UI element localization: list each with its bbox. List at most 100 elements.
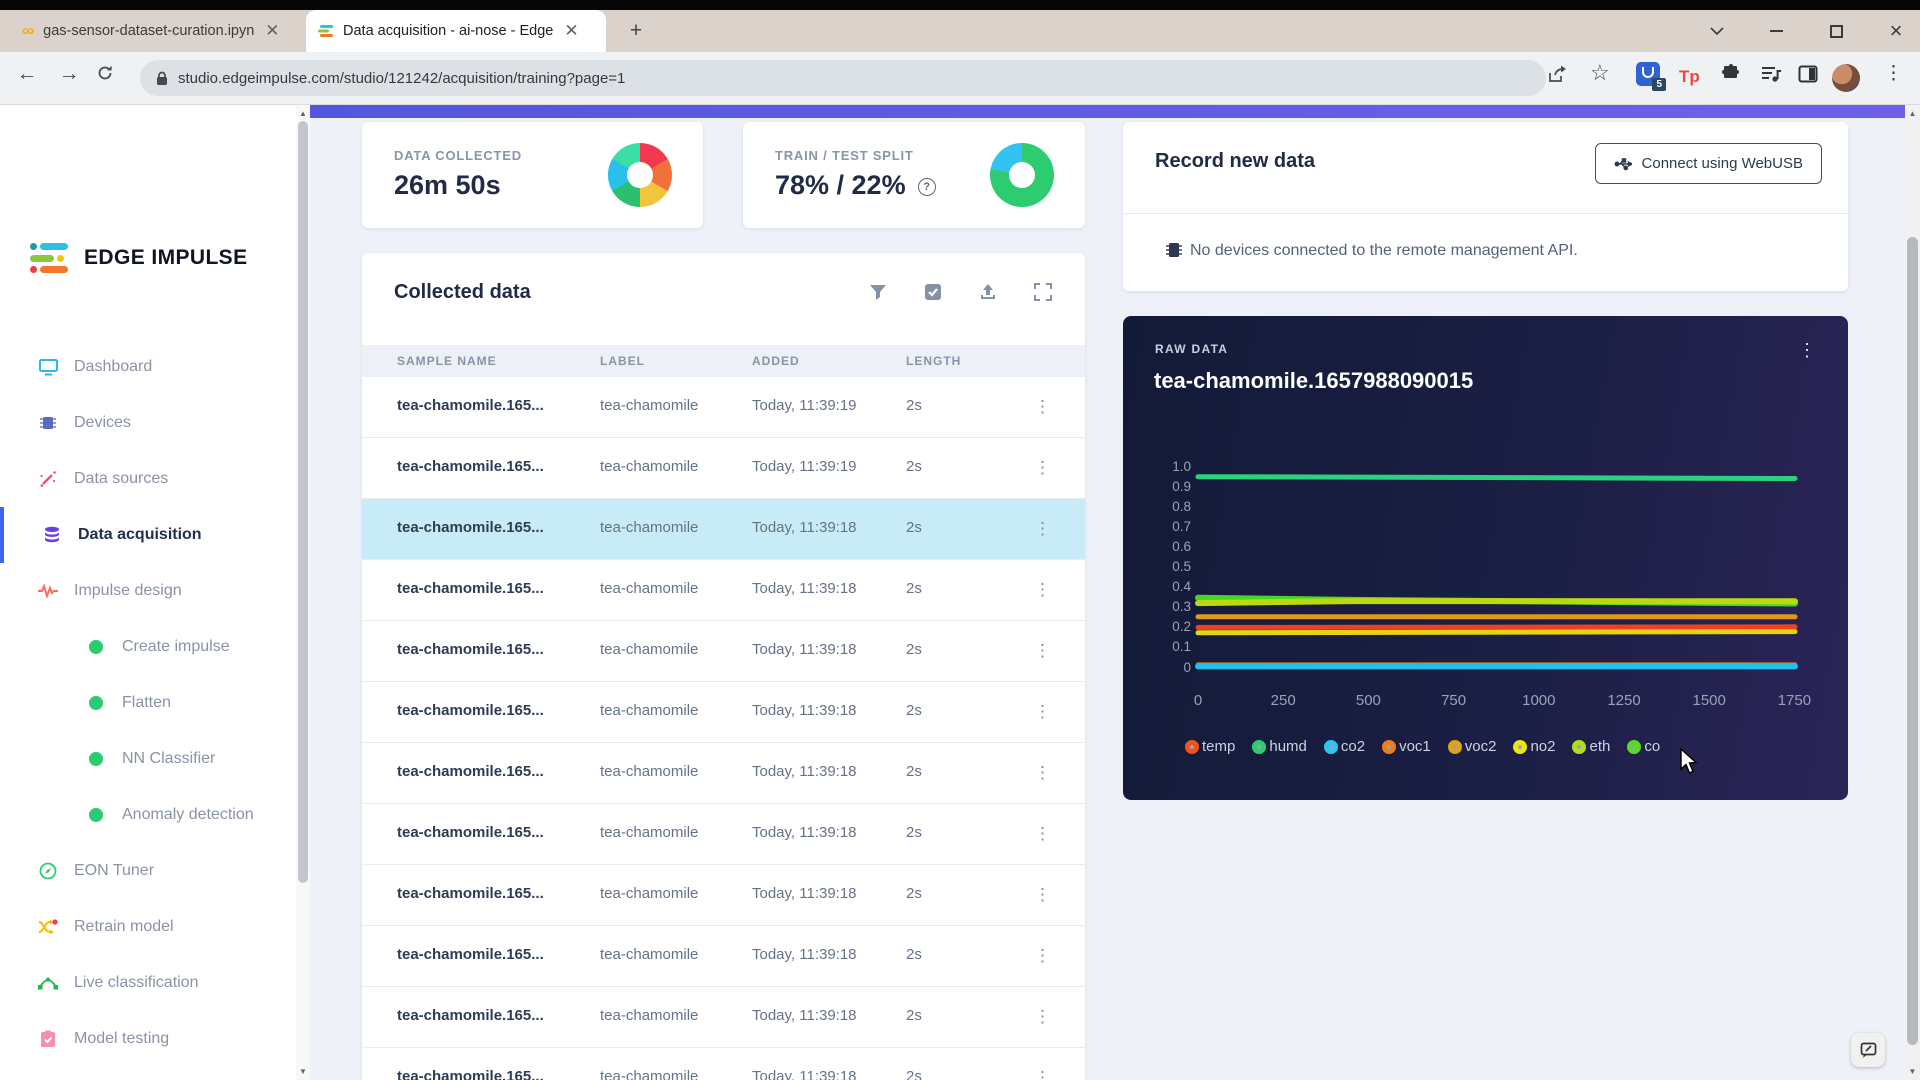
cell-label: tea-chamomile <box>600 458 698 475</box>
row-menu-kebab-icon[interactable]: ⋮ <box>1034 458 1051 478</box>
row-menu-kebab-icon[interactable]: ⋮ <box>1034 1007 1051 1027</box>
select-all-icon[interactable] <box>924 283 942 301</box>
reload-icon[interactable] <box>96 64 126 82</box>
cell-length: 2s <box>906 458 922 475</box>
table-row[interactable]: tea-chamomile.165...tea-chamomileToday, … <box>362 804 1085 865</box>
legend-item-temp[interactable]: temp <box>1185 738 1235 755</box>
legend-item-eth[interactable]: eth <box>1572 738 1610 755</box>
scroll-down-icon[interactable]: ▼ <box>296 1067 310 1076</box>
tab-close-icon[interactable]: ✕ <box>263 21 281 41</box>
extensions-puzzle-icon[interactable] <box>1721 64 1741 84</box>
scroll-down-icon[interactable]: ▼ <box>1905 1067 1920 1076</box>
sidebar-item-versioning[interactable]: Versioning <box>0 1067 296 1080</box>
cell-label: tea-chamomile <box>600 641 698 658</box>
window-close-button[interactable]: × <box>1876 18 1916 44</box>
sidebar-item-devices[interactable]: Devices <box>0 395 296 451</box>
table-row[interactable]: tea-chamomile.165...tea-chamomileToday, … <box>362 987 1085 1048</box>
cell-added: Today, 11:39:18 <box>752 702 857 719</box>
address-bar[interactable]: studio.edgeimpulse.com/studio/121242/acq… <box>140 60 1546 96</box>
back-icon[interactable]: ← <box>12 62 42 86</box>
sidebar-item-label: EON Tuner <box>74 862 154 880</box>
filter-icon[interactable] <box>869 283 887 301</box>
sidebar-item-create-impulse[interactable]: Create impulse <box>0 619 296 675</box>
profile-avatar[interactable] <box>1832 64 1860 92</box>
sidebar-item-data-sources[interactable]: Data sources <box>0 451 296 507</box>
sidebar-item-label: Impulse design <box>74 582 182 600</box>
y-tick-label: 0.2 <box>1141 619 1191 634</box>
browser-tab-colab[interactable]: ∞ gas-sensor-dataset-curation.ipyn ✕ <box>10 10 302 52</box>
media-playlist-icon[interactable] <box>1760 64 1782 84</box>
row-menu-kebab-icon[interactable]: ⋮ <box>1034 946 1051 966</box>
sidebar-item-live-classification[interactable]: Live classification <box>0 955 296 1011</box>
sidebar-item-dashboard[interactable]: Dashboard <box>0 339 296 395</box>
extension-ublock-icon[interactable]: 5 <box>1636 62 1660 86</box>
legend-item-co[interactable]: co <box>1627 738 1660 755</box>
side-panel-icon[interactable] <box>1798 64 1818 84</box>
sidebar-item-model-testing[interactable]: Model testing <box>0 1011 296 1067</box>
window-maximize-button[interactable] <box>1816 18 1856 44</box>
tab-close-icon[interactable]: ✕ <box>562 21 580 41</box>
row-menu-kebab-icon[interactable]: ⋮ <box>1034 763 1051 783</box>
window-scrollbar-thumb[interactable] <box>1907 237 1918 1045</box>
row-menu-kebab-icon[interactable]: ⋮ <box>1034 824 1051 844</box>
row-menu-kebab-icon[interactable]: ⋮ <box>1034 1068 1051 1080</box>
tab-search-chevron-icon[interactable] <box>1697 18 1737 44</box>
window-minimize-button[interactable] <box>1756 18 1796 44</box>
raw-data-menu-kebab-icon[interactable]: ⋮ <box>1798 340 1816 361</box>
window-scrollbar[interactable]: ▲ ▼ <box>1905 105 1920 1080</box>
legend-item-voc1[interactable]: voc1 <box>1382 738 1431 755</box>
edge-impulse-logo[interactable]: EDGE IMPULSE <box>30 241 248 275</box>
row-menu-kebab-icon[interactable]: ⋮ <box>1034 580 1051 600</box>
scroll-up-icon[interactable]: ▲ <box>296 109 310 118</box>
forward-icon[interactable]: → <box>54 62 84 86</box>
extension-tp-icon[interactable]: Tp <box>1679 67 1700 87</box>
row-menu-kebab-icon[interactable]: ⋮ <box>1034 519 1051 539</box>
padlock-icon[interactable] <box>156 71 168 86</box>
row-menu-kebab-icon[interactable]: ⋮ <box>1034 885 1051 905</box>
row-menu-kebab-icon[interactable]: ⋮ <box>1034 397 1051 417</box>
new-tab-button[interactable]: + <box>622 18 650 46</box>
browser-tabstrip: ∞ gas-sensor-dataset-curation.ipyn ✕ Dat… <box>0 10 1920 52</box>
table-row[interactable]: tea-chamomile.165...tea-chamomileToday, … <box>362 560 1085 621</box>
table-row[interactable]: tea-chamomile.165...tea-chamomileToday, … <box>362 865 1085 926</box>
table-row[interactable]: tea-chamomile.165...tea-chamomileToday, … <box>362 499 1085 560</box>
table-row[interactable]: tea-chamomile.165...tea-chamomileToday, … <box>362 438 1085 499</box>
sidebar-item-retrain-model[interactable]: Retrain model <box>0 899 296 955</box>
extension-badge: 5 <box>1652 78 1666 91</box>
legend-label: humd <box>1269 738 1307 755</box>
legend-item-voc2[interactable]: voc2 <box>1448 738 1497 755</box>
share-icon[interactable] <box>1547 64 1567 84</box>
legend-item-humd[interactable]: humd <box>1252 738 1307 755</box>
browser-tab-edge-impulse[interactable]: Data acquisition - ai-nose - Edge ✕ <box>306 10 606 52</box>
sidebar-item-flatten[interactable]: Flatten <box>0 675 296 731</box>
table-row[interactable]: tea-chamomile.165...tea-chamomileToday, … <box>362 377 1085 438</box>
browser-menu-kebab-icon[interactable]: ⋮ <box>1884 62 1903 85</box>
train-test-split-label: TRAIN / TEST SPLIT <box>775 148 914 163</box>
table-row[interactable]: tea-chamomile.165...tea-chamomileToday, … <box>362 1048 1085 1080</box>
y-tick-label: 0 <box>1141 660 1191 675</box>
legend-item-co2[interactable]: co2 <box>1324 738 1365 755</box>
bookmark-star-icon[interactable]: ☆ <box>1590 60 1610 86</box>
table-row[interactable]: tea-chamomile.165...tea-chamomileToday, … <box>362 926 1085 987</box>
sidebar-item-impulse-design[interactable]: Impulse design <box>0 563 296 619</box>
help-icon[interactable]: ? <box>918 178 936 196</box>
sidebar-scrollbar[interactable]: ▲ ▼ <box>296 105 310 1080</box>
legend-item-no2[interactable]: no2 <box>1513 738 1555 755</box>
scroll-up-icon[interactable]: ▲ <box>1905 109 1920 118</box>
sidebar-item-anomaly-detection[interactable]: Anomaly detection <box>0 787 296 843</box>
sidebar-scrollbar-thumb[interactable] <box>298 121 308 883</box>
table-row[interactable]: tea-chamomile.165...tea-chamomileToday, … <box>362 743 1085 804</box>
connect-webusb-button[interactable]: Connect using WebUSB <box>1595 143 1822 184</box>
cell-length: 2s <box>906 946 922 963</box>
sidebar-item-nn-classifier[interactable]: NN Classifier <box>0 731 296 787</box>
table-row[interactable]: tea-chamomile.165...tea-chamomileToday, … <box>362 621 1085 682</box>
table-row[interactable]: tea-chamomile.165...tea-chamomileToday, … <box>362 682 1085 743</box>
sidebar-item-data-acquisition[interactable]: Data acquisition <box>0 507 296 563</box>
sidebar-item-eon-tuner[interactable]: EON Tuner <box>0 843 296 899</box>
cell-label: tea-chamomile <box>600 702 698 719</box>
upload-icon[interactable] <box>979 283 997 301</box>
expand-icon[interactable] <box>1034 283 1052 301</box>
row-menu-kebab-icon[interactable]: ⋮ <box>1034 702 1051 722</box>
feedback-button[interactable] <box>1851 1033 1885 1067</box>
row-menu-kebab-icon[interactable]: ⋮ <box>1034 641 1051 661</box>
